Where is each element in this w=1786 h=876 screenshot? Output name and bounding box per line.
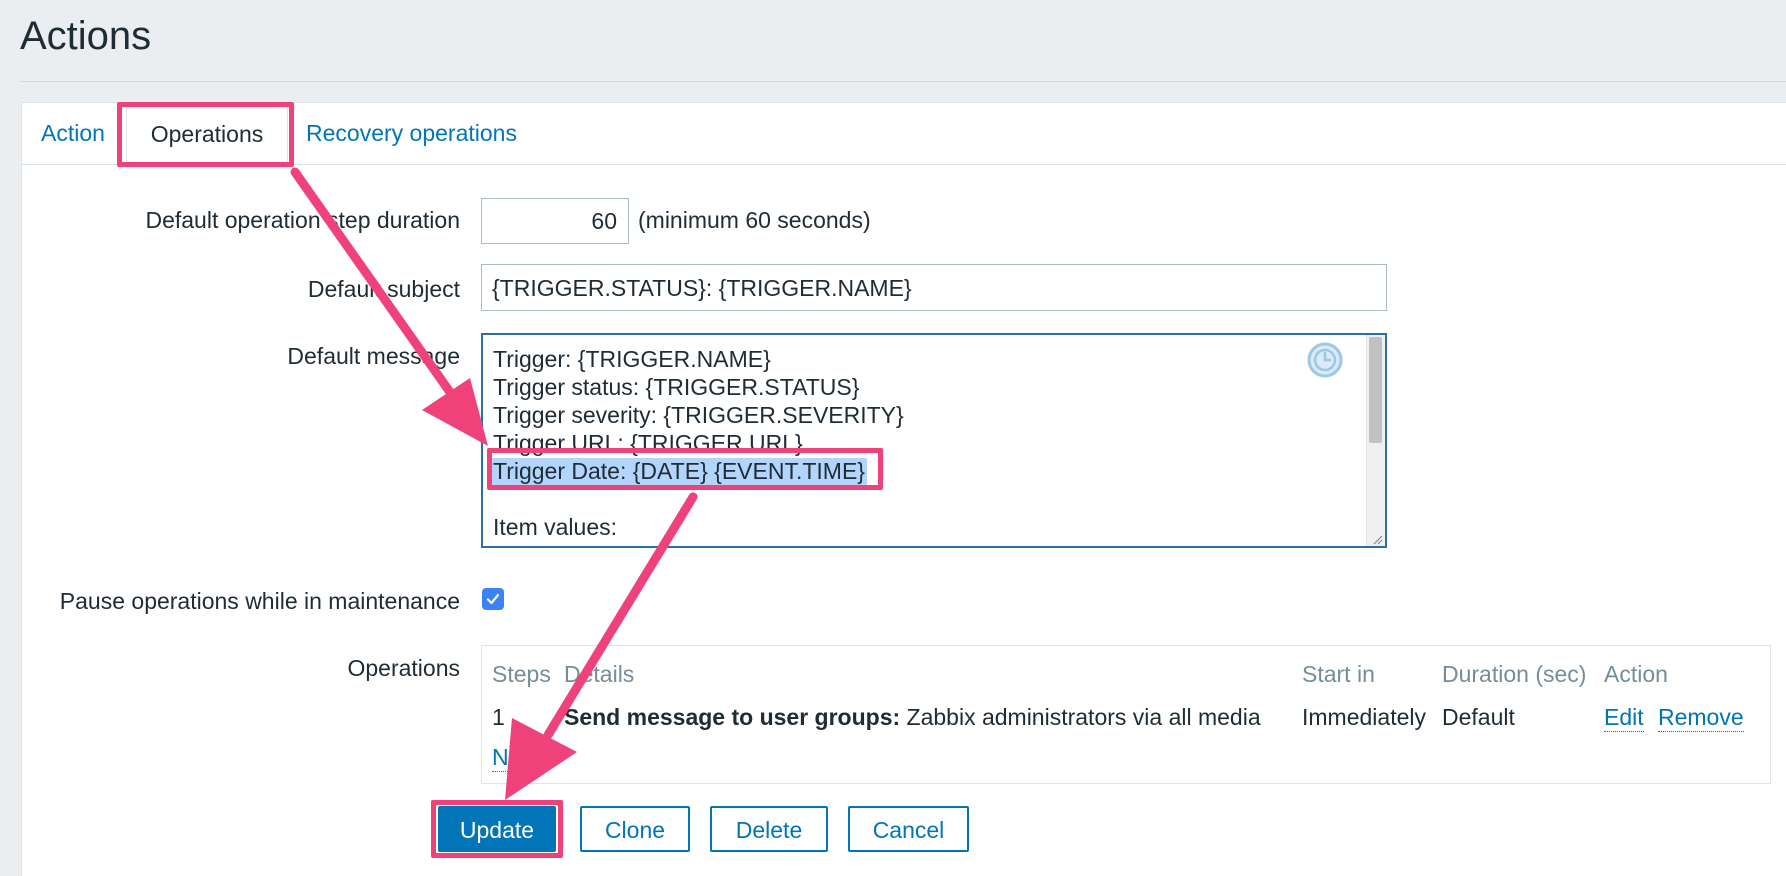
message-scrollbar[interactable]: [1366, 335, 1385, 546]
subject-label: Default subject: [307, 276, 460, 302]
message-line: Trigger: {TRIGGER.NAME}: [493, 346, 771, 372]
cancel-button[interactable]: Cancel: [848, 806, 969, 852]
tab-action[interactable]: Action: [41, 120, 105, 147]
edit-link[interactable]: Edit: [1604, 704, 1644, 732]
subject-input[interactable]: {TRIGGER.STATUS}: {TRIGGER.NAME}: [481, 264, 1387, 311]
highlight-operations-tab: [117, 102, 294, 167]
message-textarea[interactable]: Trigger: {TRIGGER.NAME} Trigger status: …: [481, 333, 1387, 548]
new-operation-link[interactable]: New: [492, 744, 539, 772]
row-details-text: Zabbix administrators via all media: [906, 704, 1261, 730]
pause-checkbox[interactable]: [482, 588, 504, 610]
step-duration-input[interactable]: 60: [481, 198, 629, 244]
pause-label: Pause operations while in maintenance: [59, 588, 460, 614]
col-header-details: Details: [564, 661, 635, 687]
tab-recovery-operations[interactable]: Recovery operations: [306, 120, 517, 147]
header-divider: [20, 81, 1786, 82]
check-icon: [486, 593, 500, 605]
remove-link[interactable]: Remove: [1658, 704, 1744, 732]
row-start-in: Immediately: [1302, 704, 1426, 730]
col-header-duration: Duration (sec): [1442, 661, 1587, 687]
col-header-action: Action: [1604, 661, 1668, 687]
step-duration-label: Default operation step duration: [145, 207, 460, 233]
step-duration-hint: (minimum 60 seconds): [638, 207, 871, 233]
row-steps: 1: [492, 704, 505, 730]
scroll-thumb[interactable]: [1369, 337, 1382, 443]
message-line: Item values:: [493, 514, 617, 540]
step-duration-value: 60: [591, 208, 617, 234]
delete-button[interactable]: Delete: [710, 806, 828, 852]
row-duration: Default: [1442, 704, 1515, 730]
clone-button[interactable]: Clone: [580, 806, 690, 852]
highlight-update-button: [431, 800, 563, 858]
subject-value: {TRIGGER.STATUS}: {TRIGGER.NAME}: [492, 275, 912, 301]
highlight-trigger-date-line: [487, 448, 883, 490]
message-line: Trigger status: {TRIGGER.STATUS}: [493, 374, 860, 400]
operations-label: Operations: [347, 655, 460, 681]
col-header-steps: Steps: [492, 661, 551, 687]
message-label: Default message: [287, 343, 460, 369]
col-header-start-in: Start in: [1302, 661, 1375, 687]
resize-handle-icon[interactable]: [1371, 532, 1383, 545]
page-title: Actions: [20, 14, 152, 58]
row-details-bold: Send message to user groups:: [564, 704, 901, 730]
clock-icon[interactable]: [1307, 342, 1343, 378]
row-details: Send message to user groups: Zabbix admi…: [564, 704, 1261, 731]
message-line: Trigger severity: {TRIGGER.SEVERITY}: [493, 402, 904, 428]
